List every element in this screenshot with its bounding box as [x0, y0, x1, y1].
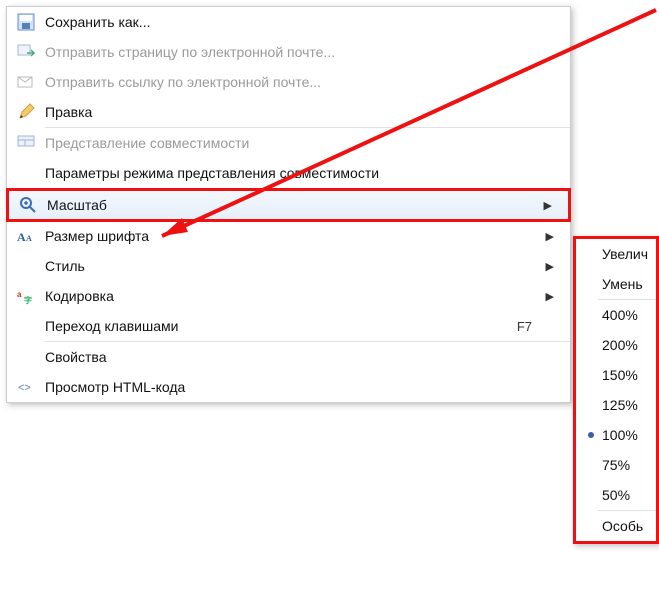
menu-item-caret-browsing[interactable]: Переход клавишами F7	[7, 311, 570, 341]
menu-item-properties[interactable]: Свойства	[7, 342, 570, 372]
submenu-label: 100%	[602, 427, 656, 443]
menu-label: Просмотр HTML-кода	[45, 379, 562, 395]
submenu-label: 400%	[602, 307, 656, 323]
submenu-item-75[interactable]: 75%	[576, 450, 656, 480]
blank-icon	[7, 158, 45, 188]
submenu-label: 200%	[602, 337, 656, 353]
send-page-icon	[7, 37, 45, 67]
chevron-right-icon: ▶	[544, 199, 560, 212]
menu-item-send-page-email: Отправить страницу по электронной почте.…	[7, 37, 570, 67]
code-icon: <>	[7, 372, 45, 402]
submenu-item-zoom-out[interactable]: Умень	[576, 269, 656, 299]
chevron-right-icon: ▶	[546, 260, 562, 273]
menu-item-zoom[interactable]: Масштаб ▶	[6, 188, 571, 222]
encoding-icon: a 字	[7, 281, 45, 311]
context-menu-main: Сохранить как... Отправить страницу по э…	[6, 6, 571, 403]
radio-selected-icon	[580, 430, 602, 440]
menu-label: Правка	[45, 104, 562, 120]
submenu-zoom: Увелич Умень 400% 200% 150% 125% 100% 75…	[573, 236, 659, 544]
chevron-right-icon: ▶	[546, 230, 562, 243]
menu-item-save-as[interactable]: Сохранить как...	[7, 7, 570, 37]
menu-item-send-link-email: Отправить ссылку по электронной почте...	[7, 67, 570, 97]
submenu-item-50[interactable]: 50%	[576, 480, 656, 510]
submenu-label: Увелич	[602, 246, 656, 262]
menu-item-edit[interactable]: Правка	[7, 97, 570, 127]
menu-label: Стиль	[45, 258, 546, 274]
submenu-label: 75%	[602, 457, 656, 473]
menu-label: Свойства	[45, 349, 562, 365]
chevron-right-icon: ▶	[546, 290, 562, 303]
submenu-item-200[interactable]: 200%	[576, 330, 656, 360]
svg-text:<>: <>	[18, 382, 31, 394]
menu-label: Кодировка	[45, 288, 546, 304]
submenu-label: 125%	[602, 397, 656, 413]
blank-icon	[7, 342, 45, 372]
zoom-icon	[9, 191, 47, 219]
submenu-label: 150%	[602, 367, 656, 383]
menu-label: Масштаб	[47, 197, 544, 213]
menu-label: Размер шрифта	[45, 228, 546, 244]
menu-item-compat-view: Представление совместимости	[7, 128, 570, 158]
blank-icon	[7, 311, 45, 341]
menu-item-style[interactable]: Стиль ▶	[7, 251, 570, 281]
compat-view-icon	[7, 128, 45, 158]
submenu-item-zoom-in[interactable]: Увелич	[576, 239, 656, 269]
menu-item-compat-view-settings[interactable]: Параметры режима представления совместим…	[7, 158, 570, 188]
blank-icon	[7, 251, 45, 281]
submenu-label: Особь	[602, 518, 656, 534]
menu-item-encoding[interactable]: a 字 Кодировка ▶	[7, 281, 570, 311]
submenu-label: Умень	[602, 276, 656, 292]
menu-label: Сохранить как...	[45, 14, 562, 30]
submenu-item-100[interactable]: 100%	[576, 420, 656, 450]
svg-text:a: a	[17, 290, 22, 299]
menu-label: Отправить ссылку по электронной почте...	[45, 74, 562, 90]
submenu-item-150[interactable]: 150%	[576, 360, 656, 390]
pencil-icon	[7, 97, 45, 127]
menu-label: Представление совместимости	[45, 135, 562, 151]
svg-text:字: 字	[24, 295, 32, 305]
menu-label: Параметры режима представления совместим…	[45, 165, 562, 181]
shortcut-text: F7	[517, 319, 562, 334]
menu-item-font-size[interactable]: A A Размер шрифта ▶	[7, 221, 570, 251]
submenu-item-400[interactable]: 400%	[576, 300, 656, 330]
menu-label: Переход клавишами	[45, 318, 517, 334]
save-icon	[7, 7, 45, 37]
font-size-icon: A A	[7, 221, 45, 251]
submenu-label: 50%	[602, 487, 656, 503]
svg-text:A: A	[26, 234, 32, 243]
menu-item-view-source[interactable]: <> Просмотр HTML-кода	[7, 372, 570, 402]
send-link-icon	[7, 67, 45, 97]
menu-label: Отправить страницу по электронной почте.…	[45, 44, 562, 60]
submenu-item-custom[interactable]: Особь	[576, 511, 656, 541]
submenu-item-125[interactable]: 125%	[576, 390, 656, 420]
svg-text:A: A	[17, 230, 26, 244]
